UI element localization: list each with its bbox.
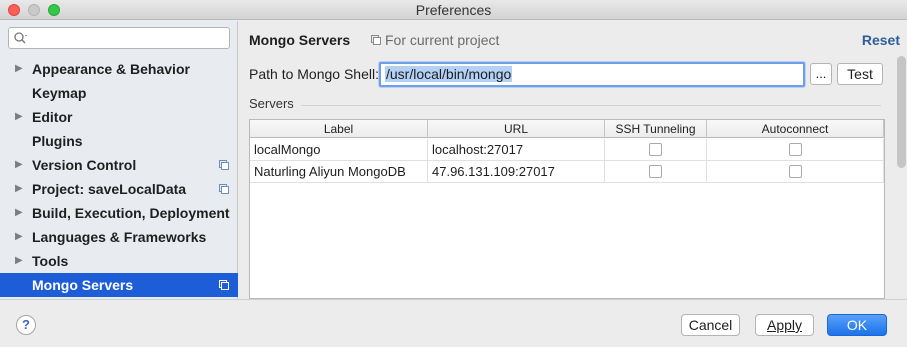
sidebar-item-label: Project: saveLocalData	[32, 181, 187, 197]
path-label: Path to Mongo Shell:	[249, 66, 379, 82]
expand-arrow-icon[interactable]: ▶	[15, 153, 23, 177]
sidebar-item-label: Build, Execution, Deployment	[32, 205, 230, 221]
expand-arrow-icon[interactable]: ▶	[15, 57, 23, 81]
ssh-tunneling-checkbox[interactable]	[649, 165, 662, 178]
expand-arrow-icon[interactable]: ▶	[15, 249, 23, 273]
sidebar-item[interactable]: ▶ Project: saveLocalData	[0, 177, 238, 201]
expand-arrow-icon[interactable]: ▶	[15, 105, 23, 129]
table-row[interactable]: localMongo localhost:27017	[250, 139, 884, 161]
dialog-footer: ? Cancel Apply OK	[0, 299, 907, 347]
browse-button[interactable]: ...	[810, 63, 832, 85]
ssh-tunneling-cell	[605, 139, 707, 161]
sidebar-item[interactable]: ▶ Editor	[0, 105, 238, 129]
sidebar-item-label: Mongo Servers	[32, 277, 134, 293]
vertical-scrollbar[interactable]	[897, 56, 906, 168]
settings-content: Mongo Servers For current project Reset …	[239, 21, 907, 299]
servers-label: Servers	[249, 96, 294, 111]
project-scope-icon	[371, 35, 381, 45]
column-header-url[interactable]: URL	[428, 120, 605, 138]
search-input[interactable]	[8, 27, 230, 49]
settings-tree: ▶ Appearance & Behavior Keymap ▶ Editor Plugi…	[0, 57, 238, 297]
help-button[interactable]: ?	[16, 315, 36, 335]
server-url-cell: 47.96.131.109:27017	[428, 161, 605, 183]
column-header-ssh[interactable]: SSH Tunneling	[605, 120, 707, 138]
autoconnect-checkbox[interactable]	[789, 165, 802, 178]
apply-button[interactable]: Apply	[755, 314, 814, 336]
servers-table: Label URL SSH Tunneling Autoconnect loca…	[249, 119, 885, 299]
sidebar-item[interactable]: Mongo Servers	[0, 273, 238, 297]
column-header-label[interactable]: Label	[250, 120, 428, 138]
cancel-button[interactable]: Cancel	[681, 314, 740, 336]
column-header-autoconnect[interactable]: Autoconnect	[707, 120, 884, 138]
sidebar-item[interactable]: ▶ Tools	[0, 249, 238, 273]
scope-label: For current project	[385, 32, 500, 48]
autoconnect-cell	[707, 161, 884, 183]
ok-button[interactable]: OK	[827, 314, 887, 336]
path-value: /usr/local/bin/mongo	[385, 66, 513, 82]
expand-arrow-icon[interactable]: ▶	[15, 177, 23, 201]
sidebar-item-label: Languages & Frameworks	[32, 229, 207, 245]
autoconnect-checkbox[interactable]	[789, 143, 802, 156]
sidebar-item[interactable]: ▶ Version Control	[0, 153, 238, 177]
table-header: Label URL SSH Tunneling Autoconnect	[250, 120, 884, 138]
servers-divider	[301, 105, 881, 106]
project-scope-icon	[219, 184, 229, 194]
ssh-tunneling-checkbox[interactable]	[649, 143, 662, 156]
sidebar-item-label: Version Control	[32, 157, 137, 173]
server-label-cell: Naturling Aliyun MongoDB	[250, 161, 428, 183]
sidebar-item[interactable]: ▶ Languages & Frameworks	[0, 225, 238, 249]
sidebar-item-label: Plugins	[32, 133, 83, 149]
server-url-cell: localhost:27017	[428, 139, 605, 161]
test-button[interactable]: Test	[837, 63, 883, 85]
expand-arrow-icon[interactable]: ▶	[15, 201, 23, 225]
search-icon	[14, 32, 27, 44]
sidebar-item[interactable]: Plugins	[0, 129, 238, 153]
mongo-shell-path-input[interactable]: /usr/local/bin/mongo	[379, 62, 805, 87]
sidebar-item[interactable]: ▶ Appearance & Behavior	[0, 57, 238, 81]
project-scope-icon	[219, 160, 229, 170]
page-title: Mongo Servers	[249, 32, 351, 48]
sidebar-item-label: Keymap	[32, 85, 87, 101]
server-label-cell: localMongo	[250, 139, 428, 161]
window-title: Preferences	[415, 2, 492, 18]
reset-link[interactable]: Reset	[862, 32, 900, 48]
sidebar-item-label: Editor	[32, 109, 73, 125]
sidebar-item-label: Appearance & Behavior	[32, 61, 190, 77]
project-scope-icon	[219, 280, 229, 290]
expand-arrow-icon[interactable]: ▶	[15, 225, 23, 249]
sidebar-item-label: Tools	[32, 253, 69, 269]
sidebar-item[interactable]: ▶ Build, Execution, Deployment	[0, 201, 238, 225]
sidebar: ▶ Appearance & Behavior Keymap ▶ Editor Plugi…	[0, 21, 238, 299]
apply-label: Apply	[766, 317, 803, 333]
ssh-tunneling-cell	[605, 161, 707, 183]
autoconnect-cell	[707, 139, 884, 161]
sidebar-item[interactable]: Keymap	[0, 81, 238, 105]
table-row[interactable]: Naturling Aliyun MongoDB 47.96.131.109:27…	[250, 161, 884, 183]
title-bar: Preferences	[0, 0, 907, 20]
ok-label: OK	[846, 317, 868, 333]
cancel-label: Cancel	[688, 317, 733, 333]
